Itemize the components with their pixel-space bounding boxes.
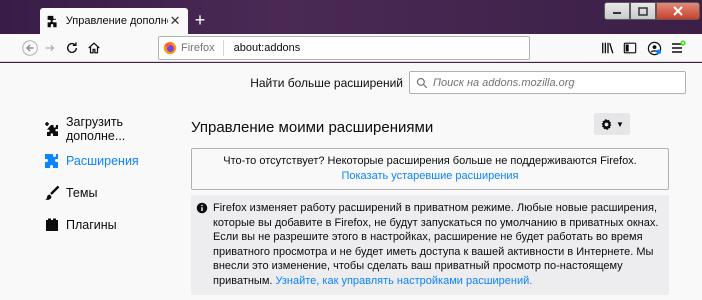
sidebar-item-get-addons[interactable]: Загрузить дополне... <box>44 113 174 145</box>
page-title: Управление моими расширениями <box>191 119 434 136</box>
search-icon <box>416 77 428 88</box>
library-icon <box>602 42 614 54</box>
window-controls <box>604 2 700 22</box>
private-browsing-notice: Firefox изменяет работу расширений в при… <box>191 195 669 295</box>
reload-button[interactable] <box>62 38 82 58</box>
identity-box[interactable]: Firefox <box>163 40 224 56</box>
firefox-logo-icon <box>163 41 177 55</box>
nav-bar: Firefox about:addons <box>0 34 702 62</box>
search-input[interactable]: Поиск на addons.mozilla.org <box>409 71 686 94</box>
back-button[interactable] <box>20 38 40 58</box>
addons-page: Найти больше расширений Поиск на addons.… <box>0 63 702 300</box>
sidebar-item-label: Расширения <box>66 154 139 168</box>
puzzle-icon <box>46 14 60 28</box>
close-window-button[interactable] <box>656 2 700 20</box>
search-placeholder: Поиск на addons.mozilla.org <box>433 76 575 89</box>
identity-label: Firefox <box>181 42 215 54</box>
maximize-icon <box>638 6 648 16</box>
sidebar-item-label: Темы <box>66 186 98 200</box>
legacy-extensions-notice: Что-то отсутствует? Некоторые расширения… <box>191 148 669 190</box>
get-addons-icon <box>44 121 60 137</box>
home-button[interactable] <box>84 38 104 58</box>
hamburger-menu-icon <box>672 40 686 53</box>
info-icon <box>196 202 208 214</box>
sidebar-item-label: Загрузить дополне... <box>66 115 126 143</box>
sidebar-item-extensions[interactable]: Расширения <box>44 145 174 177</box>
home-icon <box>88 42 100 54</box>
legacy-notice-text: Что-то отсутствует? Некоторые расширения… <box>223 155 637 167</box>
tab-addons[interactable]: Управление дополнениями ✕ <box>40 8 188 34</box>
sidebar-item-plugins[interactable]: Плагины <box>44 209 174 241</box>
tools-menu-button[interactable]: ▼ <box>594 113 630 135</box>
tab-title: Управление дополнениями <box>65 15 168 27</box>
manage-extensions-link[interactable]: Узнайте, как управлять настройками расши… <box>276 275 533 287</box>
plugin-icon <box>44 217 60 233</box>
sidebar-item-themes[interactable]: Темы <box>44 177 174 209</box>
show-legacy-link[interactable]: Показать устаревшие расширения <box>192 170 668 182</box>
category-sidebar: Загрузить дополне... Расширения Темы Пла… <box>44 113 174 241</box>
forward-button[interactable] <box>40 38 60 58</box>
sidebar-button[interactable] <box>620 38 640 58</box>
account-button[interactable] <box>644 38 664 58</box>
minimize-icon <box>613 12 621 14</box>
forward-arrow-icon <box>45 44 55 52</box>
library-button[interactable] <box>598 38 618 58</box>
back-arrow-icon <box>22 40 38 56</box>
puzzle-icon <box>44 153 60 169</box>
brush-icon <box>44 185 60 201</box>
reload-icon <box>66 42 78 53</box>
search-row: Найти больше расширений Поиск на addons.… <box>250 71 686 94</box>
search-label: Найти больше расширений <box>250 75 403 90</box>
chevron-down-icon: ▼ <box>616 119 624 129</box>
close-tab-icon[interactable]: ✕ <box>168 13 182 28</box>
url-text[interactable]: about:addons <box>234 42 301 54</box>
menu-button[interactable] <box>668 38 688 58</box>
gear-icon <box>601 118 612 130</box>
sidebar-item-label: Плагины <box>66 218 117 232</box>
maximize-button[interactable] <box>630 2 656 20</box>
minimize-button[interactable] <box>604 2 630 20</box>
url-bar[interactable]: Firefox about:addons <box>158 36 530 60</box>
sidebar-icon <box>623 42 637 54</box>
new-tab-button[interactable]: + <box>192 11 208 29</box>
title-bar: Управление дополнениями ✕ + <box>0 0 702 34</box>
account-icon <box>647 41 661 55</box>
close-icon <box>673 6 683 16</box>
